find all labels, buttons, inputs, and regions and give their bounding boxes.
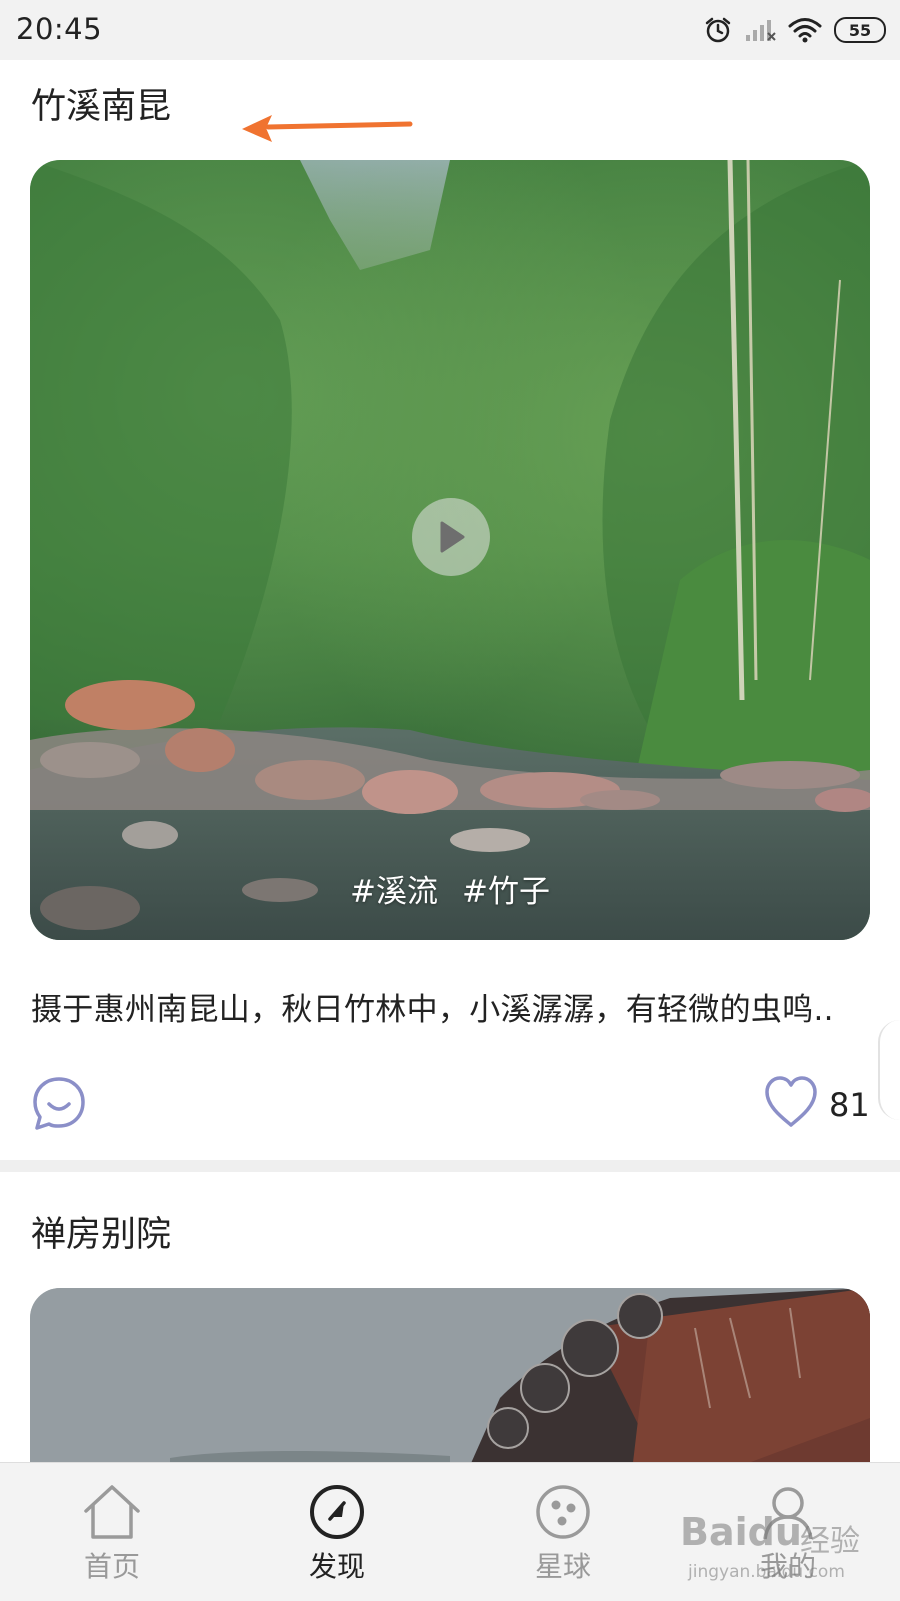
- comment-icon: [33, 1077, 85, 1130]
- tab-planet[interactable]: 星球: [483, 1463, 643, 1601]
- video-thumbnail[interactable]: #溪流 #竹子: [30, 160, 870, 940]
- post-description[interactable]: 摄于惠州南昆山，秋日竹林中，小溪潺潺，有轻微的虫鸣..: [31, 984, 867, 1029]
- wifi-icon: [788, 18, 822, 43]
- tab-home[interactable]: 首页: [32, 1463, 192, 1601]
- post-title[interactable]: 禅房别院: [31, 1206, 171, 1257]
- like-button[interactable]: [762, 1074, 820, 1130]
- signal-icon: [746, 20, 776, 41]
- tag-list: #溪流 #竹子: [30, 866, 870, 911]
- tab-label: 首页: [83, 1550, 140, 1583]
- alarm-icon: [705, 17, 731, 43]
- tag[interactable]: #溪流: [350, 866, 438, 911]
- tab-label: 我的: [759, 1550, 816, 1583]
- tab-profile[interactable]: 我的: [708, 1463, 868, 1601]
- video-thumbnail[interactable]: [30, 1288, 870, 1488]
- play-button[interactable]: [412, 498, 490, 576]
- annotation-arrow: [242, 115, 413, 142]
- status-icons: 55: [704, 12, 886, 48]
- scroll-handle[interactable]: [878, 1020, 900, 1120]
- battery-level: 55: [834, 17, 886, 43]
- tab-label: 发现: [308, 1550, 365, 1583]
- home-icon: [84, 1485, 140, 1539]
- post-title[interactable]: 竹溪南昆: [31, 78, 171, 129]
- planet-icon: [536, 1485, 590, 1539]
- person-icon: [763, 1487, 813, 1540]
- bottom-tab-bar: 首页 发现 星球 我的: [0, 1462, 900, 1601]
- heart-icon: [765, 1076, 817, 1127]
- status-bar: 20:45 55: [0, 0, 900, 60]
- like-count: 81: [829, 1086, 870, 1124]
- video-frame-image: [30, 1288, 870, 1488]
- tab-discover[interactable]: 发现: [257, 1463, 417, 1601]
- status-time: 20:45: [16, 12, 103, 46]
- battery-icon: 55: [834, 17, 886, 43]
- comment-button[interactable]: [30, 1074, 88, 1132]
- post-divider: [0, 1160, 900, 1172]
- play-icon: [440, 521, 465, 553]
- tag[interactable]: #竹子: [462, 866, 550, 911]
- tab-label: 星球: [534, 1550, 591, 1583]
- compass-icon: [310, 1485, 364, 1539]
